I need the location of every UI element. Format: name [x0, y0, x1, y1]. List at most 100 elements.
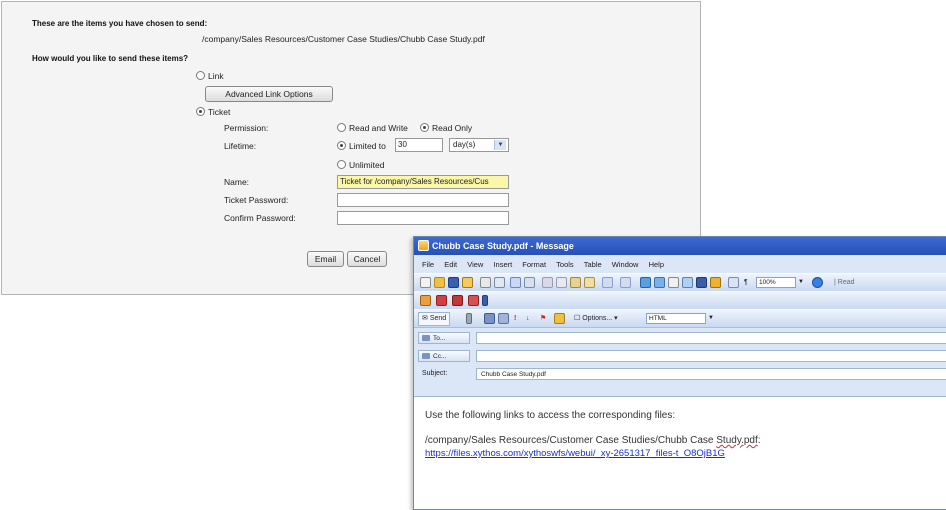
options-button[interactable]: ☐ Options... ▾	[574, 310, 618, 327]
message-body[interactable]: Use the following links to access the co…	[414, 396, 946, 509]
attach-icon[interactable]	[466, 313, 472, 324]
stationery-icon[interactable]	[436, 295, 447, 306]
columns-icon[interactable]	[696, 277, 707, 288]
toolbar-options-icon[interactable]	[482, 295, 488, 306]
unlimited-radio[interactable]	[337, 160, 346, 170]
ticket-option[interactable]: Ticket	[196, 106, 230, 117]
address-book-icon[interactable]	[484, 313, 495, 324]
check-names-icon[interactable]	[498, 313, 509, 324]
body-path-suffix: :	[757, 435, 761, 446]
high-importance-icon[interactable]: !	[514, 310, 516, 327]
hyperlink-icon[interactable]	[640, 277, 651, 288]
send-button[interactable]: ✉ Send	[418, 312, 451, 326]
menu-help[interactable]: Help	[649, 260, 664, 269]
address-book-icon	[422, 335, 430, 341]
paste-icon[interactable]	[570, 277, 581, 288]
menu-insert[interactable]: Insert	[493, 260, 512, 269]
copy-icon[interactable]	[556, 277, 567, 288]
save-icon[interactable]	[448, 277, 459, 288]
drawing-icon[interactable]	[710, 277, 721, 288]
read-write-radio[interactable]	[337, 123, 346, 133]
read-write-option[interactable]: Read and Write	[337, 122, 408, 133]
options-label: Options...	[582, 315, 613, 322]
cc-field[interactable]	[476, 350, 946, 362]
unlimited-label: Unlimited	[349, 159, 385, 170]
tables-borders-icon[interactable]	[654, 277, 665, 288]
read-label: Read	[837, 279, 855, 286]
chevron-down-icon: ▼	[494, 140, 506, 150]
zoom-chevron-down-icon[interactable]: ▼	[798, 274, 804, 291]
menu-file[interactable]: File	[422, 260, 434, 269]
confirm-password-input[interactable]	[337, 211, 509, 225]
low-importance-icon[interactable]: ↓	[526, 310, 530, 327]
menu-bar: File Edit View Insert Format Tools Table…	[414, 257, 946, 273]
show-hide-icon[interactable]: ¶	[744, 274, 748, 291]
body-path-misspelled: Study.pdf	[716, 435, 758, 446]
ticket-radio[interactable]	[196, 107, 205, 117]
ticket-name-input[interactable]: Ticket for /company/Sales Resources/Cus	[337, 175, 509, 189]
menu-format[interactable]: Format	[522, 260, 546, 269]
read-only-option[interactable]: Read Only	[420, 122, 472, 133]
print-icon[interactable]	[480, 277, 491, 288]
accounts-icon[interactable]	[468, 295, 479, 306]
signature-icon[interactable]	[420, 295, 431, 306]
subject-row: Subject: Chubb Case Study.pdf	[414, 366, 946, 382]
to-button[interactable]: To...	[418, 332, 470, 344]
read-button[interactable]: | Read	[834, 274, 855, 291]
lifetime-unit-value: day(s)	[453, 140, 476, 149]
address-book-icon	[422, 353, 430, 359]
link-radio[interactable]	[196, 71, 205, 81]
undo-icon[interactable]	[602, 277, 613, 288]
message-format-select[interactable]: HTML	[646, 313, 706, 324]
send-label: Send	[429, 315, 447, 322]
menu-tools[interactable]: Tools	[556, 260, 574, 269]
follow-up-flag-icon[interactable]: ⚑	[540, 310, 546, 327]
print-preview-icon[interactable]	[494, 277, 505, 288]
redo-icon[interactable]	[620, 277, 631, 288]
cc-button[interactable]: Cc...	[418, 350, 470, 362]
subject-field[interactable]: Chubb Case Study.pdf	[476, 368, 946, 380]
ticket-password-input[interactable]	[337, 193, 509, 207]
to-field[interactable]	[476, 332, 946, 344]
unlimited-option[interactable]: Unlimited	[337, 159, 384, 170]
read-only-radio[interactable]	[420, 123, 429, 133]
zoom-select[interactable]: 100%	[756, 277, 796, 288]
help-icon[interactable]	[812, 277, 823, 288]
research-icon[interactable]	[524, 277, 535, 288]
format-chevron-down-icon[interactable]: ▼	[708, 310, 714, 327]
outlook-icon	[418, 240, 429, 251]
read-write-label: Read and Write	[349, 122, 408, 133]
limited-to-radio[interactable]	[337, 141, 346, 151]
limited-to-option[interactable]: Limited to	[337, 140, 386, 151]
how-heading: How would you like to send these items?	[32, 54, 189, 63]
email-button[interactable]: Email	[307, 251, 344, 267]
menu-edit[interactable]: Edit	[444, 260, 457, 269]
cc-button-label: Cc...	[433, 353, 447, 360]
link-option[interactable]: Link	[196, 70, 224, 81]
body-file-link[interactable]: https://files.xythos.com/xythoswfs/webui…	[425, 448, 725, 459]
extra-toolbar	[414, 291, 946, 310]
insert-file-icon[interactable]	[554, 313, 565, 324]
advanced-link-options-button[interactable]: Advanced Link Options	[205, 86, 333, 102]
menu-view[interactable]: View	[467, 260, 483, 269]
insert-table-icon[interactable]	[668, 277, 679, 288]
lifetime-unit-select[interactable]: day(s) ▼	[449, 138, 509, 152]
menu-window[interactable]: Window	[612, 260, 639, 269]
permission-icon[interactable]	[462, 277, 473, 288]
document-map-icon[interactable]	[728, 277, 739, 288]
format-painter-icon[interactable]	[584, 277, 595, 288]
window-title: Chubb Case Study.pdf - Message	[432, 241, 574, 251]
cancel-button[interactable]: Cancel	[347, 251, 387, 267]
message-format-icon[interactable]	[452, 295, 463, 306]
to-button-label: To...	[433, 335, 446, 342]
spelling-icon[interactable]	[510, 277, 521, 288]
body-path-prefix: /company/Sales Resources/Customer Case S…	[425, 435, 717, 446]
item-path: /company/Sales Resources/Customer Case S…	[202, 34, 485, 44]
open-folder-icon[interactable]	[434, 277, 445, 288]
new-icon[interactable]	[420, 277, 431, 288]
lifetime-input[interactable]: 30	[395, 138, 443, 152]
insert-excel-icon[interactable]	[682, 277, 693, 288]
body-intro: Use the following links to access the co…	[425, 410, 676, 421]
cut-icon[interactable]	[542, 277, 553, 288]
menu-table[interactable]: Table	[584, 260, 602, 269]
